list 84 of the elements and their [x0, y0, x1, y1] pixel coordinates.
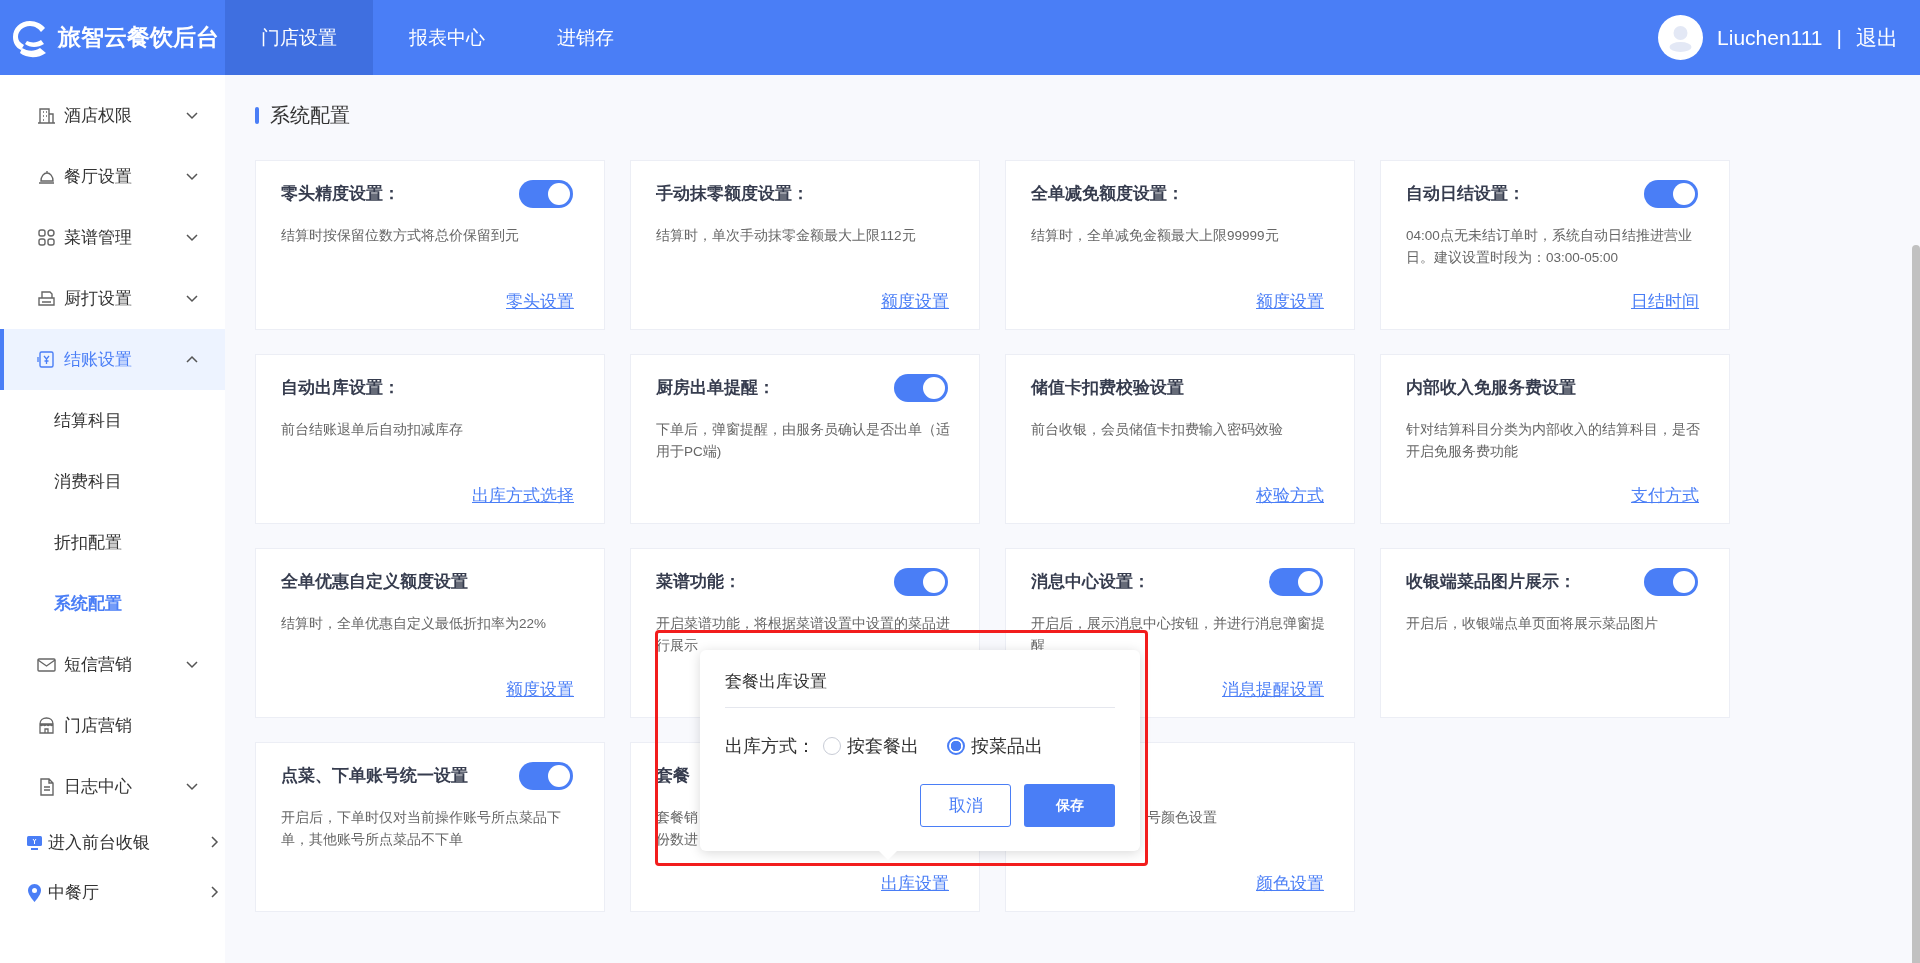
card-description: 开启后，收银端点单页面将展示菜品图片 — [1406, 615, 1659, 633]
card-description: 下单后，弹窗提醒，由服务员确认是否出单（适用于PC端) — [656, 421, 951, 461]
printer-icon — [37, 289, 56, 308]
card-title: 点菜、下单账号统一设置 — [281, 765, 468, 786]
card-title: 全单优惠自定义额度设置 — [281, 571, 468, 592]
radio-option[interactable]: 按菜品出 — [947, 734, 1043, 758]
card-title: 收银端菜品图片展示： — [1406, 571, 1576, 592]
toggle-switch[interactable] — [1269, 568, 1323, 596]
sidebar-item[interactable]: 菜谱管理 — [0, 207, 225, 268]
grid-icon — [37, 228, 56, 247]
card-description: 前台收银，会员储值卡扣费输入密码效验 — [1031, 421, 1284, 439]
cash-icon — [37, 350, 56, 369]
card-description: 号颜色设置 — [1146, 809, 1218, 827]
radio-button[interactable] — [947, 737, 965, 755]
settings-link[interactable]: 颜色设置 — [1256, 872, 1324, 895]
settings-link[interactable]: 额度设置 — [881, 290, 949, 313]
user-avatar-icon[interactable] — [1658, 15, 1704, 60]
scrollbar-thumb[interactable] — [1912, 245, 1920, 963]
toggle-switch[interactable] — [1644, 180, 1698, 208]
radio-button[interactable] — [823, 737, 841, 755]
store-icon — [37, 716, 56, 735]
save-button[interactable]: 保存 — [1024, 784, 1115, 827]
card-title: 自动出库设置： — [281, 377, 400, 398]
card-description: 开启后，下单时仅对当前操作账号所点菜品下单，其他账号所点菜品不下单 — [281, 809, 562, 849]
card-description: 结算时按保留位数方式将总价保留到元 — [281, 227, 520, 245]
location-pin-icon — [25, 882, 44, 902]
sidebar-item[interactable]: 餐厅设置 — [0, 146, 225, 207]
mail-icon — [37, 655, 56, 674]
card-description: 份数进 — [656, 831, 698, 849]
card-title: 零头精度设置： — [281, 183, 400, 204]
radio-option[interactable]: 按套餐出 — [823, 734, 919, 758]
sidebar-subitem[interactable]: 结算科目 — [0, 390, 225, 451]
card-title: 自动日结设置： — [1406, 183, 1525, 204]
card-title: 手动抹零额度设置： — [656, 183, 809, 204]
separator: | — [1836, 25, 1842, 50]
nav-tab[interactable]: 进销存 — [521, 0, 650, 75]
dialog-title: 套餐出库设置 — [725, 670, 1115, 708]
settings-link[interactable]: 额度设置 — [1256, 290, 1324, 313]
toggle-switch[interactable] — [1644, 568, 1698, 596]
cancel-button[interactable]: 取消 — [920, 784, 1011, 827]
sidebar-item[interactable]: 短信营销 — [0, 634, 225, 695]
nav-tab[interactable]: 报表中心 — [373, 0, 521, 75]
toggle-switch[interactable] — [894, 374, 948, 402]
sidebar-link[interactable]: 中餐厅 — [0, 867, 225, 917]
field-label: 出库方式： — [725, 735, 815, 758]
settings-link[interactable]: 零头设置 — [506, 290, 574, 313]
card-description: 04:00点无未结订单时，系统自动日结推进营业日。建议设置时段为：03:00-05:00 — [1406, 227, 1693, 267]
card-title: 厨房出单提醒： — [656, 377, 775, 398]
card-title: 全单减免额度设置： — [1031, 183, 1184, 204]
building-icon — [37, 106, 56, 125]
card-title: 菜谱功能： — [656, 571, 741, 592]
card-title: 消息中心设置： — [1031, 571, 1150, 592]
sidebar-item[interactable]: 日志中心 — [0, 756, 225, 817]
settings-link[interactable]: 出库方式选择 — [472, 484, 574, 507]
card-description: 针对结算科目分类为内部收入的结算科目，是否开启免服务费功能 — [1406, 421, 1701, 461]
sidebar-link[interactable]: 进入前台收银 — [0, 817, 225, 867]
card-description: 前台结账退单后自动扣减库存 — [281, 421, 464, 439]
sidebar-subitem[interactable]: 折扣配置 — [0, 512, 225, 573]
settings-link[interactable]: 出库设置 — [881, 872, 949, 895]
section-title: 系统配置 — [270, 102, 350, 128]
app-title: 旅智云餐饮后台 — [58, 23, 219, 52]
sidebar-item[interactable]: 门店营销 — [0, 695, 225, 756]
sidebar-subitem[interactable]: 系统配置 — [0, 573, 225, 634]
settings-link[interactable]: 额度设置 — [506, 678, 574, 701]
card-title: 内部收入免服务费设置 — [1406, 377, 1576, 398]
settings-link[interactable]: 日结时间 — [1631, 290, 1699, 313]
settings-link[interactable]: 支付方式 — [1631, 484, 1699, 507]
toggle-switch[interactable] — [519, 180, 573, 208]
sidebar-item[interactable]: 酒店权限 — [0, 85, 225, 146]
sidebar-item[interactable]: 厨打设置 — [0, 268, 225, 329]
document-icon — [37, 777, 56, 796]
toggle-switch[interactable] — [519, 762, 573, 790]
sidebar-subitem[interactable]: 消费科目 — [0, 451, 225, 512]
sidebar-item[interactable]: 结账设置 — [0, 329, 225, 390]
nav-tab[interactable]: 门店设置 — [225, 0, 373, 75]
logout-link[interactable]: 退出 — [1856, 23, 1898, 52]
card-description: 结算时，单次手动抹零金额最大上限112元 — [656, 227, 917, 245]
card-description: 结算时，全单减免金额最大上限99999元 — [1031, 227, 1280, 245]
settings-link[interactable]: 校验方式 — [1256, 484, 1324, 507]
settings-link[interactable]: 消息提醒设置 — [1222, 678, 1324, 701]
username: Liuchen111 — [1717, 25, 1823, 50]
card-title: 储值卡扣费校验设置 — [1031, 377, 1184, 398]
card-description: 结算时，全单优惠自定义最低折扣率为22% — [281, 615, 548, 633]
toggle-switch[interactable] — [894, 568, 948, 596]
